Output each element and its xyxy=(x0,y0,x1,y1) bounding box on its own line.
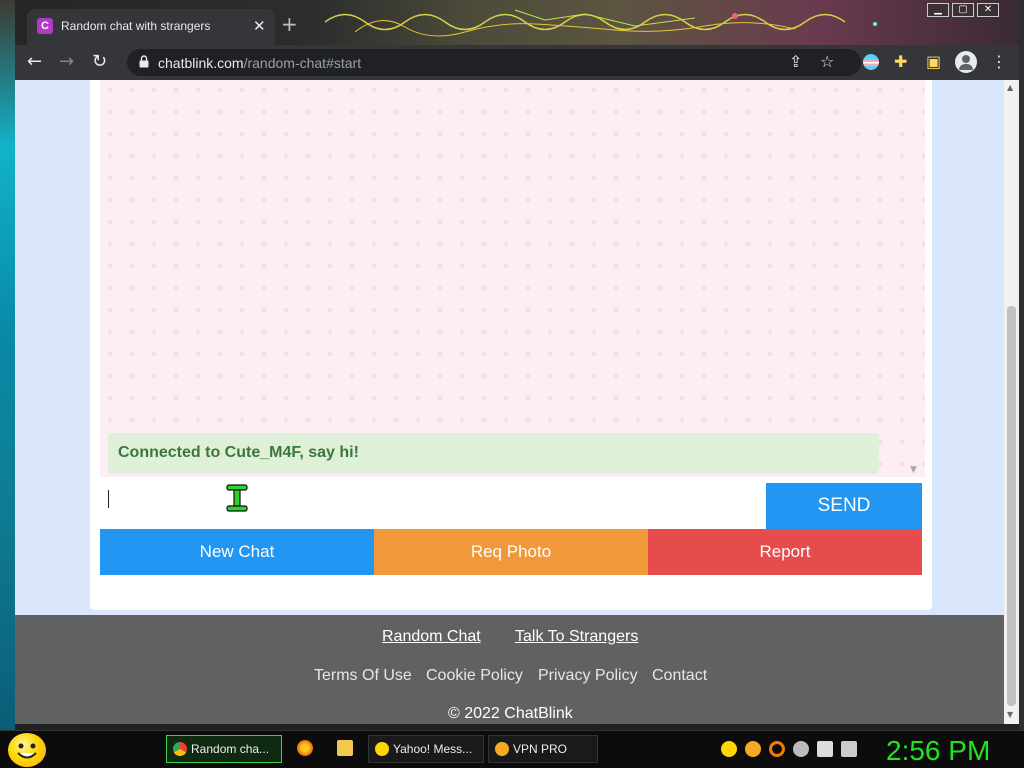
report-button[interactable]: Report xyxy=(648,529,922,575)
forward-icon[interactable]: → xyxy=(59,51,74,72)
volume-icon[interactable] xyxy=(841,741,857,757)
url-domain: chatblink.com xyxy=(158,55,244,71)
desktop-background-left xyxy=(0,0,15,730)
maximize-icon[interactable]: ▢ xyxy=(952,3,974,17)
smiley-icon xyxy=(17,743,37,759)
page-scrollbar[interactable]: ▲ ▼ xyxy=(1004,80,1019,724)
share-icon[interactable]: ⇪ xyxy=(789,52,802,71)
taskbar-item-chrome[interactable]: Random cha... xyxy=(166,735,282,763)
side-panel-icon[interactable]: ▣ xyxy=(926,52,941,71)
copyright-text: © 2022 ChatBlink xyxy=(448,705,573,722)
scrollbar-thumb[interactable] xyxy=(1007,306,1016,706)
tab-active[interactable]: C Random chat with strangers ✕ xyxy=(27,9,275,45)
tab-close-icon[interactable]: ✕ xyxy=(253,17,266,35)
url-text: chatblink.com/random-chat#start xyxy=(158,55,361,71)
minimize-icon[interactable]: ▁ xyxy=(927,3,949,17)
footer-link-random-chat[interactable]: Random Chat xyxy=(382,628,481,646)
profile-avatar-icon[interactable] xyxy=(955,51,977,73)
chat-scroll-down-icon[interactable]: ▼ xyxy=(910,465,917,475)
taskbar-item-vpn-pro[interactable]: VPN PRO xyxy=(488,735,598,763)
url-path: /random-chat#start xyxy=(243,55,362,71)
folder-icon[interactable] xyxy=(337,740,353,756)
menu-kebab-icon[interactable]: ⋮ xyxy=(991,52,1007,71)
theme-artwork xyxy=(324,9,877,37)
browser-window: C Random chat with strangers ✕ + ▁ ▢ ✕ ←… xyxy=(15,0,1019,730)
firefox-icon[interactable] xyxy=(297,740,313,756)
footer-link-cookie-policy[interactable]: Cookie Policy xyxy=(426,667,523,685)
tray-smiley-icon[interactable] xyxy=(721,741,737,757)
back-icon[interactable]: ← xyxy=(27,51,42,72)
extensions-puzzle-icon[interactable]: ✚ xyxy=(894,52,907,71)
ibeam-cursor-icon xyxy=(226,484,248,512)
network-icon[interactable] xyxy=(817,741,833,757)
text-caret xyxy=(108,490,109,508)
request-photo-button[interactable]: Req Photo xyxy=(374,529,648,575)
new-chat-button[interactable]: New Chat xyxy=(100,529,374,575)
extension-flag-icon[interactable] xyxy=(863,54,879,70)
start-button[interactable] xyxy=(8,733,46,767)
send-button[interactable]: SEND xyxy=(766,483,922,529)
system-message: Connected to Cute_M4F, say hi! xyxy=(108,433,879,474)
vpn-icon xyxy=(495,742,509,756)
browser-titlebar: C Random chat with strangers ✕ + ▁ ▢ ✕ xyxy=(15,0,1019,45)
close-window-icon[interactable]: ✕ xyxy=(977,3,999,17)
tray-minus-icon[interactable] xyxy=(793,741,809,757)
tray-vpn-icon[interactable] xyxy=(745,741,761,757)
web-page: ▼ Connected to Cute_M4F, say hi! SEND Ne… xyxy=(15,80,1004,724)
taskbar: Random cha... Yahoo! Mess... VPN PRO 2:5… xyxy=(0,730,1024,768)
yahoo-smiley-icon xyxy=(375,742,389,756)
message-input[interactable] xyxy=(100,483,766,528)
task-label: VPN PRO xyxy=(513,742,568,756)
reload-icon[interactable]: ↻ xyxy=(92,51,107,72)
task-label: Random cha... xyxy=(191,742,270,756)
taskbar-clock[interactable]: 2:56 PM xyxy=(886,735,990,767)
chrome-icon xyxy=(173,742,187,756)
chat-log[interactable] xyxy=(100,80,925,477)
footer-link-talk-to-strangers[interactable]: Talk To Strangers xyxy=(515,628,638,646)
bookmark-star-icon[interactable]: ☆ xyxy=(820,52,834,71)
task-label: Yahoo! Mess... xyxy=(393,742,473,756)
site-favicon: C xyxy=(37,18,53,34)
lock-icon xyxy=(139,55,149,68)
new-tab-icon[interactable]: + xyxy=(281,14,298,34)
tab-title: Random chat with strangers xyxy=(61,19,211,33)
footer-link-contact[interactable]: Contact xyxy=(652,667,707,685)
taskbar-item-yahoo-messenger[interactable]: Yahoo! Mess... xyxy=(368,735,484,763)
tray-search-icon[interactable] xyxy=(769,741,785,757)
scroll-down-icon[interactable]: ▼ xyxy=(1007,710,1013,719)
scroll-up-icon[interactable]: ▲ xyxy=(1007,83,1013,92)
footer-link-privacy-policy[interactable]: Privacy Policy xyxy=(538,667,638,685)
address-bar[interactable]: chatblink.com/random-chat#start ⇪ ☆ xyxy=(127,49,861,76)
page-footer: Random Chat Talk To Strangers Terms Of U… xyxy=(15,615,1004,724)
browser-toolbar: ← → ↻ chatblink.com/random-chat#start ⇪ … xyxy=(15,45,1019,80)
desktop-background-right xyxy=(1019,0,1024,730)
footer-link-terms[interactable]: Terms Of Use xyxy=(314,667,412,685)
